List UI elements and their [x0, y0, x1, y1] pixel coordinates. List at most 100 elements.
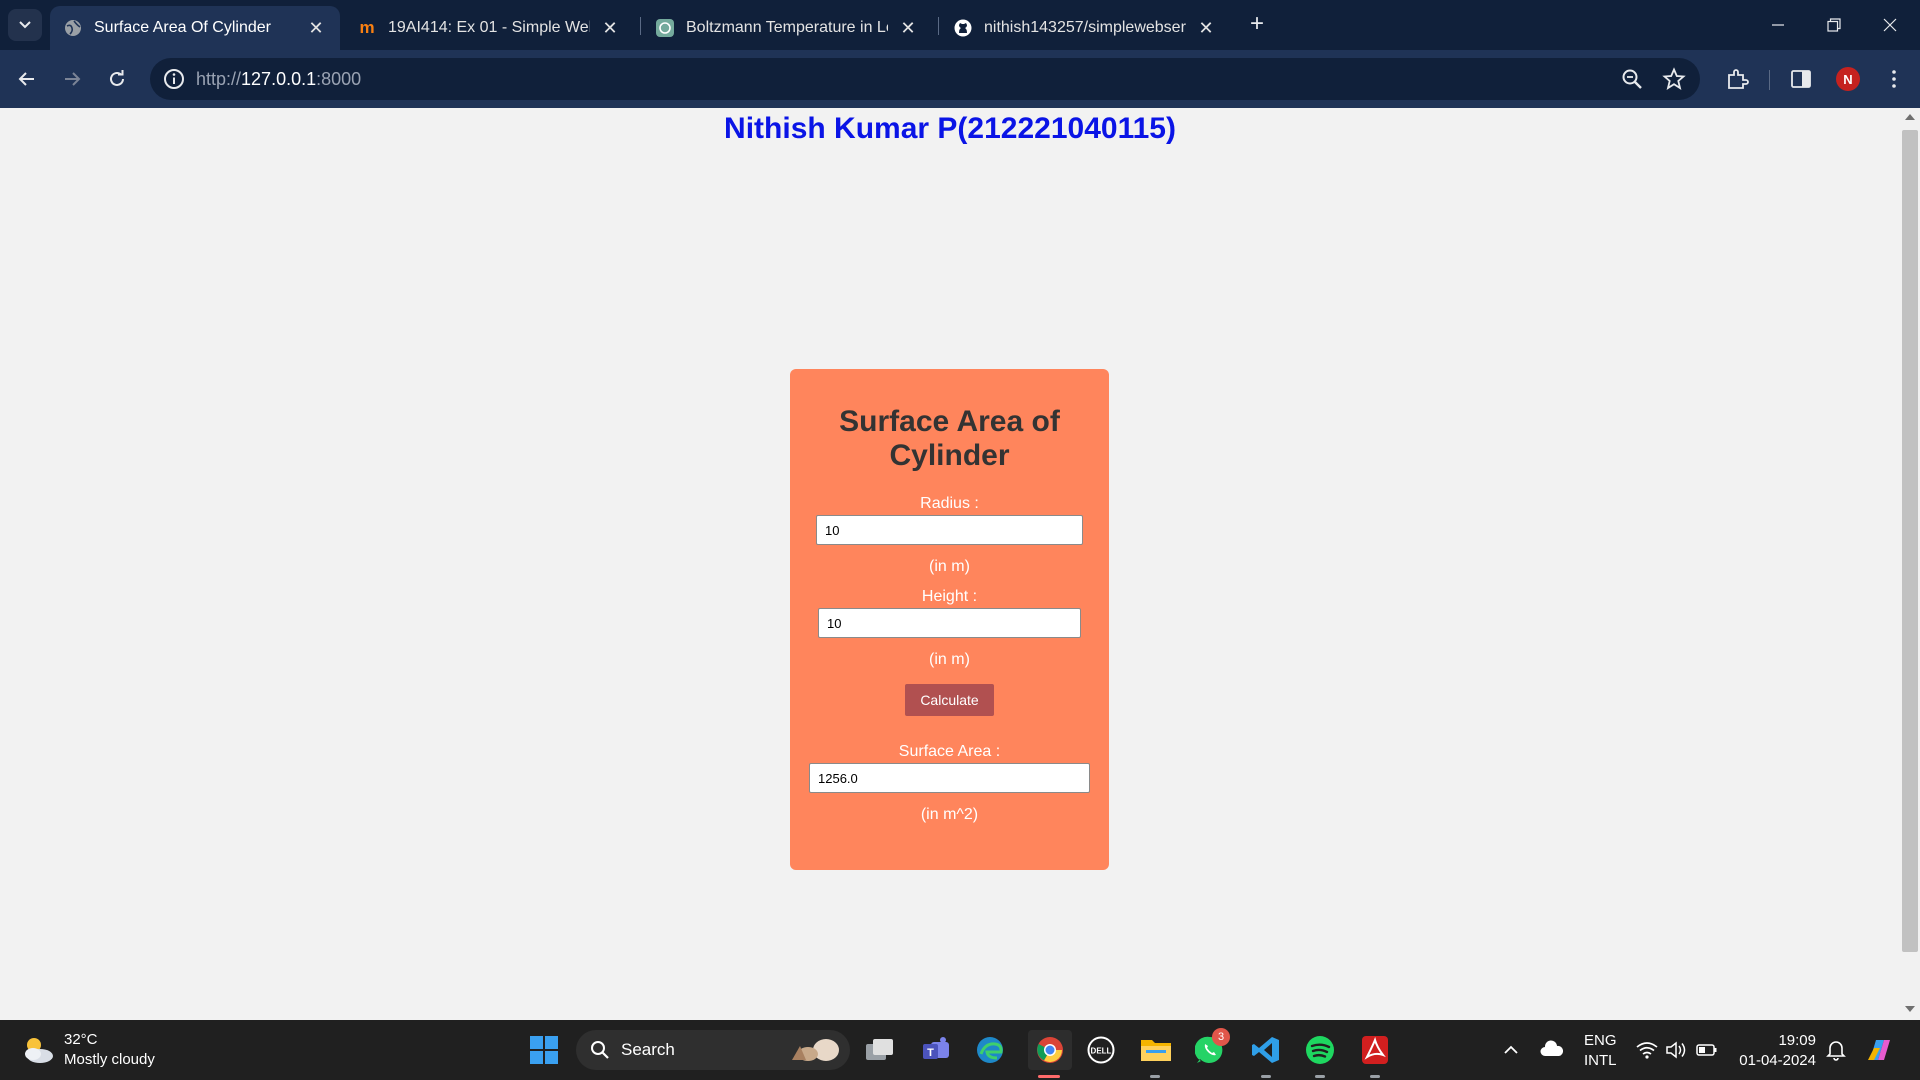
radius-input[interactable] [816, 515, 1083, 545]
tab-surface-area[interactable]: Surface Area Of Cylinder ✕ [50, 6, 340, 50]
copilot-icon[interactable] [1864, 1034, 1896, 1066]
vscode-button[interactable] [1248, 1032, 1284, 1068]
dell-button[interactable]: DELL [1083, 1032, 1119, 1068]
language-indicator[interactable]: ENG INTL [1584, 1031, 1617, 1071]
keyboard-layout: INTL [1584, 1052, 1617, 1069]
windows-taskbar: 32°C Mostly cloudy Search T DELL 3 ENG I… [0, 1020, 1920, 1080]
explorer-running-indicator [1150, 1075, 1160, 1078]
task-view-icon [866, 1039, 893, 1060]
volume-icon[interactable] [1665, 1041, 1687, 1059]
calculator-card: Surface Area of Cylinder Radius : (in m)… [790, 369, 1109, 870]
browser-tab-strip: Surface Area Of Cylinder ✕ m 19AI414: Ex… [0, 0, 1920, 50]
page-viewport: Nithish Kumar P(212221040115) Surface Ar… [0, 108, 1900, 1020]
notification-badge: 3 [1212, 1028, 1230, 1046]
chevron-up-icon[interactable] [1502, 1041, 1520, 1059]
clock-time: 19:09 [1778, 1032, 1816, 1049]
address-bar[interactable]: http://127.0.0.1:8000 [150, 58, 1700, 100]
height-unit: (in m) [929, 651, 970, 668]
reload-button[interactable] [100, 62, 134, 96]
chrome-active-indicator [1038, 1075, 1060, 1078]
onedrive-cloud-icon[interactable] [1540, 1040, 1564, 1058]
system-clock[interactable]: 19:09 01-04-2024 [1734, 1031, 1816, 1071]
clock-date: 01-04-2024 [1739, 1052, 1816, 1069]
bookmark-star-icon[interactable] [1662, 67, 1686, 91]
chevron-down-icon [19, 21, 31, 29]
tab-title: Boltzmann Temperature in Lear [686, 19, 888, 36]
scroll-down-arrow[interactable] [1905, 1006, 1915, 1012]
chatgpt-icon [656, 19, 674, 37]
close-window-button[interactable] [1862, 0, 1918, 50]
vertical-scrollbar[interactable] [1900, 108, 1920, 1020]
card-title: Surface Area of Cylinder [839, 405, 1060, 472]
restore-icon [1827, 18, 1841, 32]
notification-bell-icon[interactable] [1826, 1039, 1846, 1061]
surface-area-unit: (in m^2) [920, 806, 979, 823]
close-icon[interactable]: ✕ [600, 18, 620, 39]
start-button[interactable] [526, 1032, 562, 1068]
tab-title: nithish143257/simplewebserver [984, 19, 1186, 36]
tab-moodle[interactable]: m 19AI414: Ex 01 - Simple Webser ✕ [344, 6, 634, 50]
extensions-icon[interactable] [1725, 67, 1749, 91]
close-icon[interactable]: ✕ [1196, 18, 1216, 39]
url-host: 127.0.0.1 [241, 69, 317, 89]
teams-button[interactable]: T [918, 1032, 954, 1068]
restore-button[interactable] [1806, 0, 1862, 50]
url-scheme: http:// [196, 69, 242, 89]
close-icon [1883, 18, 1897, 32]
windows-logo-icon [530, 1036, 558, 1064]
edge-button[interactable] [972, 1032, 1008, 1068]
vscode-icon [1252, 1037, 1279, 1063]
minimize-button[interactable] [1750, 0, 1806, 50]
tab-separator [938, 17, 939, 35]
search-highlight-icon [792, 1039, 839, 1061]
new-tab-button[interactable]: + [1244, 12, 1270, 38]
surface-area-output[interactable] [809, 763, 1090, 793]
tab-title: 19AI414: Ex 01 - Simple Webser [388, 19, 590, 36]
back-button[interactable] [10, 62, 44, 96]
toolbar-divider [1769, 70, 1770, 90]
chrome-button[interactable] [1028, 1030, 1072, 1070]
weather-description[interactable]: Mostly cloudy [64, 1051, 155, 1068]
weather-temperature[interactable]: 32°C [64, 1031, 98, 1048]
language-code: ENG [1584, 1032, 1617, 1049]
spotify-button[interactable] [1302, 1032, 1338, 1068]
zoom-icon[interactable] [1620, 67, 1644, 91]
cloudy-weather-icon[interactable] [20, 1034, 56, 1066]
height-label: Height : [921, 588, 978, 605]
acrobat-icon [1362, 1036, 1388, 1064]
tab-search-button[interactable] [8, 9, 42, 41]
file-explorer-button[interactable] [1138, 1032, 1174, 1068]
radius-label: Radius : [920, 495, 979, 512]
wifi-icon[interactable] [1636, 1041, 1658, 1059]
arrow-right-icon [65, 72, 81, 86]
svg-text:T: T [927, 1047, 934, 1059]
forward-button[interactable] [55, 62, 89, 96]
arrow-left-icon [18, 72, 34, 86]
teams-icon: T [923, 1037, 949, 1059]
height-input[interactable] [818, 608, 1081, 638]
url-text[interactable]: http://127.0.0.1:8000 [196, 69, 361, 90]
radius-unit: (in m) [929, 558, 970, 575]
close-icon[interactable]: ✕ [306, 18, 326, 39]
dell-icon: DELL [1087, 1036, 1115, 1064]
scroll-up-arrow[interactable] [1905, 114, 1915, 120]
surface-area-label: Surface Area : [898, 743, 1001, 760]
tab-separator [640, 17, 641, 35]
close-icon[interactable]: ✕ [898, 18, 918, 39]
battery-icon[interactable] [1696, 1042, 1718, 1058]
menu-dots-icon[interactable] [1882, 67, 1906, 91]
whatsapp-button[interactable]: 3 [1192, 1028, 1230, 1068]
acrobat-button[interactable] [1357, 1032, 1393, 1068]
profile-avatar[interactable]: N [1836, 67, 1860, 91]
side-panel-icon[interactable] [1789, 67, 1813, 91]
chrome-icon [1037, 1037, 1063, 1063]
scrollbar-thumb[interactable] [1902, 130, 1918, 952]
calculate-button[interactable]: Calculate [905, 684, 994, 716]
task-view-button[interactable] [862, 1032, 898, 1068]
info-icon[interactable] [162, 67, 186, 91]
browser-toolbar: http://127.0.0.1:8000 [0, 50, 1920, 108]
tab-chatgpt[interactable]: Boltzmann Temperature in Lear ✕ [642, 6, 932, 50]
tab-github[interactable]: nithish143257/simplewebserver ✕ [940, 6, 1230, 50]
taskbar-search[interactable]: Search [576, 1030, 850, 1070]
moodle-icon: m [359, 18, 375, 37]
